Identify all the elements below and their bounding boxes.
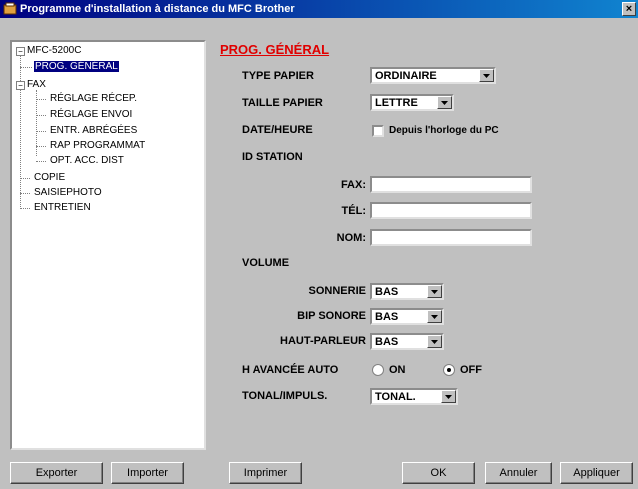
close-button[interactable]: × xyxy=(622,2,636,16)
type-papier-value: ORDINAIRE xyxy=(375,70,437,82)
annuler-button[interactable]: Annuler xyxy=(485,462,552,484)
tree-item-mfc-5200c[interactable]: MFC-5200C xyxy=(27,45,81,56)
tree-item-opt-acc-dist[interactable]: OPT. ACC. DIST xyxy=(50,155,124,166)
settings-tree[interactable]: − MFC-5200C PROG. GÉNÉRAL − FAX RÉGLAGE … xyxy=(10,40,206,450)
tree-item-reglage-recep[interactable]: RÉGLAGE RÉCEP. xyxy=(50,93,137,104)
h-avancee-auto-label: H AVANCÉE AUTO xyxy=(242,364,339,376)
appliquer-button[interactable]: Appliquer xyxy=(560,462,633,484)
tree-item-label: RÉGLAGE ENVOI xyxy=(50,109,133,120)
tonal-impuls-value: TONAL. xyxy=(375,391,416,403)
volume-label: VOLUME xyxy=(242,257,290,269)
date-heure-checkbox[interactable] xyxy=(372,125,384,137)
imprimer-button[interactable]: Imprimer xyxy=(229,462,302,484)
id-station-label: ID STATION xyxy=(242,151,303,163)
h-avancee-on-label: ON xyxy=(389,364,406,376)
chevron-down-icon[interactable] xyxy=(441,390,456,403)
tree-item-label: MFC-5200C xyxy=(27,45,82,56)
tree-item-fax[interactable]: FAX xyxy=(27,79,46,90)
tree-item-label: ENTR. ABRÉGÉES xyxy=(50,125,138,136)
tree-item-entretien[interactable]: ENTRETIEN xyxy=(34,202,91,213)
root-collapse-icon[interactable]: − xyxy=(16,47,25,56)
fax-input[interactable] xyxy=(370,176,532,193)
tree-item-label: OPT. ACC. DIST xyxy=(50,155,124,166)
h-avancee-off-label: OFF xyxy=(460,364,482,376)
bip-sonore-value: BAS xyxy=(375,311,399,323)
section-title: PROG. GÉNÉRAL xyxy=(220,42,330,57)
taille-papier-value: LETTRE xyxy=(375,97,418,109)
importer-button[interactable]: Importer xyxy=(111,462,184,484)
tree-item-label: COPIE xyxy=(34,172,66,183)
haut-parleur-label: HAUT-PARLEUR xyxy=(280,335,366,347)
taille-papier-select[interactable]: LETTRE xyxy=(370,94,454,111)
h-avancee-on-radio[interactable] xyxy=(372,364,384,376)
ok-button[interactable]: OK xyxy=(402,462,475,484)
tree-item-label: SAISIEPHOTO xyxy=(34,187,102,198)
tel-label: TÉL: xyxy=(341,205,366,217)
bip-sonore-select[interactable]: BAS xyxy=(370,308,444,325)
nom-input[interactable] xyxy=(370,229,532,246)
title-bar: Programme d'installation à distance du M… xyxy=(0,0,638,18)
tree-item-reglage-envoi[interactable]: RÉGLAGE ENVOI xyxy=(50,109,132,120)
type-papier-label: TYPE PAPIER xyxy=(242,70,314,82)
tree-item-entr-abregees[interactable]: ENTR. ABRÉGÉES xyxy=(50,125,137,136)
tree-item-saisiephoto[interactable]: SAISIEPHOTO xyxy=(34,187,102,198)
tree-item-label: PROG. GÉNÉRAL xyxy=(34,61,119,72)
date-heure-checkbox-label: Depuis l'horloge du PC xyxy=(389,125,499,136)
tree-item-prog-general[interactable]: PROG. GÉNÉRAL xyxy=(34,61,119,72)
sonnerie-value: BAS xyxy=(375,286,399,298)
nom-label: NOM: xyxy=(336,232,366,244)
tree-item-label: FAX xyxy=(27,79,46,90)
tonal-impuls-label: TONAL/IMPULS. xyxy=(242,390,328,402)
tree-item-label: ENTRETIEN xyxy=(34,202,91,213)
fax-collapse-icon[interactable]: − xyxy=(16,81,25,90)
chevron-down-icon[interactable] xyxy=(437,96,452,109)
haut-parleur-select[interactable]: BAS xyxy=(370,333,444,350)
chevron-down-icon[interactable] xyxy=(427,310,442,323)
chevron-down-icon[interactable] xyxy=(427,285,442,298)
tree-item-copie[interactable]: COPIE xyxy=(34,172,65,183)
type-papier-select[interactable]: ORDINAIRE xyxy=(370,67,496,84)
tree-item-rap-programmat[interactable]: RAP PROGRAMMAT xyxy=(50,140,145,151)
bip-sonore-label: BIP SONORE xyxy=(297,310,366,322)
taille-papier-label: TAILLE PAPIER xyxy=(242,97,323,109)
tonal-impuls-select[interactable]: TONAL. xyxy=(370,388,458,405)
exporter-button[interactable]: Exporter xyxy=(10,462,103,484)
tree-item-label: RAP PROGRAMMAT xyxy=(50,140,146,151)
sonnerie-select[interactable]: BAS xyxy=(370,283,444,300)
window-title: Programme d'installation à distance du M… xyxy=(20,3,295,15)
date-heure-label: DATE/HEURE xyxy=(242,124,313,136)
chevron-down-icon[interactable] xyxy=(427,335,442,348)
fax-label: FAX: xyxy=(340,179,366,191)
h-avancee-off-radio[interactable] xyxy=(443,364,455,376)
tel-input[interactable] xyxy=(370,202,532,219)
chevron-down-icon[interactable] xyxy=(479,69,494,82)
haut-parleur-value: BAS xyxy=(375,336,399,348)
app-icon xyxy=(3,2,17,15)
sonnerie-label: SONNERIE xyxy=(308,285,366,297)
tree-item-label: RÉGLAGE RÉCEP. xyxy=(50,93,138,104)
